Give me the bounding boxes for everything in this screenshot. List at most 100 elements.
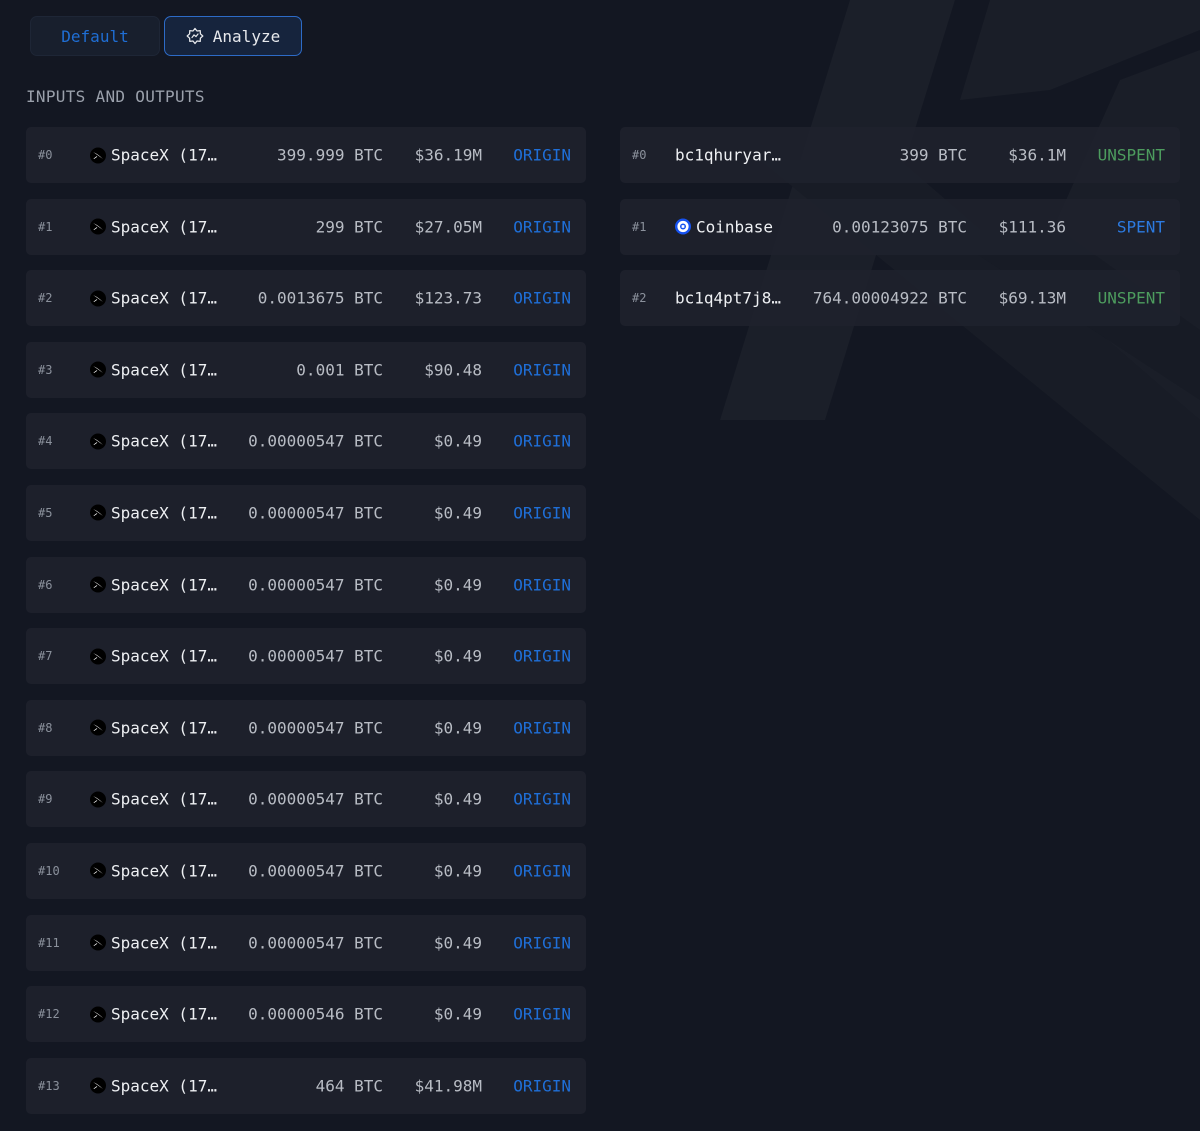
- input-status-link[interactable]: ORIGIN: [513, 1005, 571, 1024]
- input-status-link[interactable]: ORIGIN: [513, 1076, 571, 1095]
- input-index: #11: [38, 935, 60, 950]
- output-status-link[interactable]: UNSPENT: [1098, 289, 1165, 308]
- input-row[interactable]: #5 SpaceX (17… 0.00000547 BTC $0.49 ORIGIN: [26, 484, 586, 541]
- input-usd-value: $0.49: [433, 646, 482, 666]
- input-row[interactable]: #3 SpaceX (17… 0.001 BTC $90.48 ORIGIN: [26, 341, 586, 398]
- output-address-text: Coinbase: [696, 217, 774, 237]
- input-status-link[interactable]: ORIGIN: [513, 289, 571, 308]
- spacex-icon: [90, 433, 111, 450]
- input-usd-value: $0.49: [433, 861, 482, 881]
- input-address-link[interactable]: SpaceX (17…: [90, 146, 217, 165]
- input-address-link[interactable]: SpaceX (17…: [90, 360, 217, 379]
- input-row[interactable]: #12 SpaceX (17… 0.00000546 BTC $0.49 ORIGIN: [26, 986, 586, 1043]
- input-row[interactable]: #7 SpaceX (17… 0.00000547 BTC $0.49 ORIGIN: [26, 628, 586, 685]
- input-status-link[interactable]: ORIGIN: [513, 146, 571, 165]
- input-usd-value: $0.49: [433, 1004, 482, 1024]
- input-index: #1: [38, 219, 53, 234]
- input-usd-value: $90.48: [424, 360, 482, 380]
- output-address-link[interactable]: Coinbase: [675, 217, 773, 236]
- input-row[interactable]: #0 SpaceX (17… 399.999 BTC $36.19M ORIGIN: [26, 127, 586, 183]
- input-row[interactable]: #13 SpaceX (17… 464 BTC $41.98M ORIGIN: [26, 1057, 586, 1114]
- input-address-link[interactable]: SpaceX (17…: [90, 1076, 217, 1095]
- input-status-link[interactable]: ORIGIN: [513, 861, 571, 880]
- input-index: #7: [38, 649, 53, 664]
- input-address-text: SpaceX (17…: [111, 145, 217, 165]
- input-usd-value: $0.49: [433, 575, 482, 595]
- input-row[interactable]: #8 SpaceX (17… 0.00000547 BTC $0.49 ORIGIN: [26, 699, 586, 756]
- default-view-button[interactable]: Default: [30, 16, 160, 56]
- input-status-link[interactable]: ORIGIN: [513, 718, 571, 737]
- input-usd-value: $0.49: [433, 503, 482, 523]
- input-address-text: SpaceX (17…: [111, 575, 217, 595]
- input-address-link[interactable]: SpaceX (17…: [90, 861, 217, 880]
- output-status-link[interactable]: SPENT: [1117, 217, 1165, 236]
- default-view-label: Default: [61, 26, 129, 46]
- coinbase-icon: [675, 218, 696, 235]
- input-status-link[interactable]: ORIGIN: [513, 432, 571, 451]
- input-row[interactable]: #6 SpaceX (17… 0.00000547 BTC $0.49 ORIGIN: [26, 556, 586, 613]
- input-address-text: SpaceX (17…: [111, 503, 217, 523]
- input-status-link[interactable]: ORIGIN: [513, 647, 571, 666]
- input-status-link[interactable]: ORIGIN: [513, 575, 571, 594]
- input-address-text: SpaceX (17…: [111, 1004, 217, 1024]
- outputs-list: #0 bc1qhuryar… 399 BTC $36.1M UNSPENT #1 Coinb…: [620, 127, 1180, 342]
- input-amount: 0.00000547 BTC: [248, 861, 383, 881]
- input-row[interactable]: #10 SpaceX (17… 0.00000547 BTC $0.49 ORIGIN: [26, 842, 586, 899]
- input-address-text: SpaceX (17…: [111, 789, 217, 809]
- input-status-link[interactable]: ORIGIN: [513, 790, 571, 809]
- output-row[interactable]: #2 bc1q4pt7j8… 764.00004922 BTC $69.13M UNSP…: [620, 270, 1180, 327]
- spacex-icon: [90, 791, 111, 808]
- analyze-view-button[interactable]: Analyze: [164, 16, 302, 56]
- input-amount: 399.999 BTC: [277, 145, 383, 165]
- input-row[interactable]: #9 SpaceX (17… 0.00000547 BTC $0.49 ORIGIN: [26, 771, 586, 828]
- spacex-icon: [90, 218, 111, 235]
- input-amount: 299 BTC: [315, 217, 383, 237]
- input-row[interactable]: #1 SpaceX (17… 299 BTC $27.05M ORIGIN: [26, 198, 586, 255]
- input-row[interactable]: #11 SpaceX (17… 0.00000547 BTC $0.49 ORIGIN: [26, 914, 586, 971]
- input-status-link[interactable]: ORIGIN: [513, 360, 571, 379]
- input-amount: 0.00000547 BTC: [248, 718, 383, 738]
- input-status-link[interactable]: ORIGIN: [513, 933, 571, 952]
- output-address-link[interactable]: bc1q4pt7j8…: [675, 289, 781, 308]
- input-address-link[interactable]: SpaceX (17…: [90, 790, 217, 809]
- output-address-link[interactable]: bc1qhuryar…: [675, 146, 781, 165]
- input-amount: 0.00000547 BTC: [248, 503, 383, 523]
- input-address-link[interactable]: SpaceX (17…: [90, 933, 217, 952]
- output-amount: 764.00004922 BTC: [812, 288, 967, 308]
- input-address-link[interactable]: SpaceX (17…: [90, 647, 217, 666]
- input-address-text: SpaceX (17…: [111, 431, 217, 451]
- output-amount: 0.00123075 BTC: [832, 217, 967, 237]
- input-index: #8: [38, 720, 53, 735]
- output-address-text: bc1q4pt7j8…: [675, 288, 781, 308]
- input-row[interactable]: #4 SpaceX (17… 0.00000547 BTC $0.49 ORIGIN: [26, 413, 586, 470]
- input-index: #2: [38, 291, 53, 306]
- input-status-link[interactable]: ORIGIN: [513, 217, 571, 236]
- spacex-icon: [90, 290, 111, 307]
- output-row[interactable]: #0 bc1qhuryar… 399 BTC $36.1M UNSPENT: [620, 127, 1180, 183]
- analyze-icon: [186, 27, 204, 45]
- input-status-link[interactable]: ORIGIN: [513, 503, 571, 522]
- input-row[interactable]: #2 SpaceX (17… 0.0013675 BTC $123.73 ORIGIN: [26, 270, 586, 327]
- output-index: #2: [632, 291, 647, 306]
- output-row[interactable]: #1 Coinbase 0.00123075 BTC $111.36 SPENT: [620, 198, 1180, 255]
- input-amount: 0.00000547 BTC: [248, 646, 383, 666]
- input-address-link[interactable]: SpaceX (17…: [90, 432, 217, 451]
- output-status-link[interactable]: UNSPENT: [1098, 146, 1165, 165]
- input-address-link[interactable]: SpaceX (17…: [90, 289, 217, 308]
- input-address-link[interactable]: SpaceX (17…: [90, 718, 217, 737]
- output-index: #0: [632, 148, 647, 162]
- output-index: #1: [632, 219, 647, 234]
- output-usd-value: $36.1M: [1008, 145, 1066, 165]
- input-address-text: SpaceX (17…: [111, 933, 217, 953]
- input-index: #6: [38, 577, 53, 592]
- input-address-text: SpaceX (17…: [111, 217, 217, 237]
- input-address-link[interactable]: SpaceX (17…: [90, 503, 217, 522]
- input-usd-value: $27.05M: [414, 217, 482, 237]
- input-index: #5: [38, 505, 53, 520]
- view-toggle: Default Analyze: [30, 16, 302, 56]
- input-amount: 464 BTC: [315, 1076, 383, 1096]
- input-address-link[interactable]: SpaceX (17…: [90, 1005, 217, 1024]
- input-address-link[interactable]: SpaceX (17…: [90, 575, 217, 594]
- input-address-link[interactable]: SpaceX (17…: [90, 217, 217, 236]
- spacex-icon: [90, 361, 111, 378]
